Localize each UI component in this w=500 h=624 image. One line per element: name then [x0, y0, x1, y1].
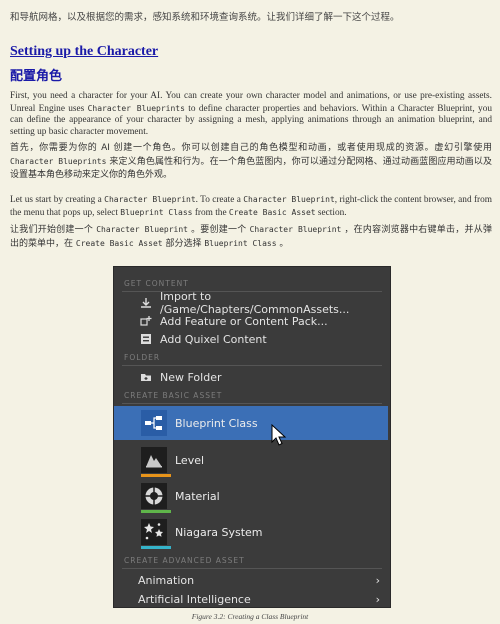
menu-item-label: Add Quixel Content — [160, 332, 267, 346]
quixel-icon — [140, 333, 152, 345]
section-heading-zh: 配置角色 — [10, 69, 63, 84]
document-page: 和导航网格，以及根据您的需求，感知系统和环境查询系统。让我们详细了解一下这个过程… — [0, 0, 500, 624]
paragraph-1-zh: 首先，你需要为你的 AI 创建一个角色。你可以创建自己的角色模型和动画，或者使用… — [10, 143, 493, 180]
asset-niagara-system[interactable]: Niagara System — [114, 515, 388, 549]
blueprint-icon — [141, 410, 167, 436]
menu-item-label: Add Feature or Content Pack... — [160, 314, 328, 328]
asset-label: Material — [175, 489, 220, 503]
submenu-label: Artificial Intelligence — [138, 592, 251, 606]
menu-item-new-folder[interactable]: New Folder — [114, 368, 390, 386]
submenu-artificial-intelligence[interactable]: Artificial Intelligence › — [114, 590, 390, 607]
submenu-label: Animation — [138, 573, 195, 587]
paragraph-1: First, you need a character for your AI.… — [10, 91, 492, 137]
menu-item-add-feature[interactable]: Add Feature or Content Pack... — [114, 312, 390, 330]
menu-item-label: New Folder — [160, 370, 222, 384]
intro-line: 和导航网格，以及根据您的需求，感知系统和环境查询系统。让我们详细了解一下这个过程… — [10, 12, 400, 23]
paragraph-2: Let us start by creating a Character Blu… — [10, 195, 493, 218]
chevron-right-icon: › — [375, 592, 380, 606]
new-folder-icon — [140, 371, 152, 383]
asset-label: Level — [175, 453, 205, 467]
menu-item-add-quixel[interactable]: Add Quixel Content — [114, 330, 390, 348]
niagara-icon — [141, 519, 167, 545]
asset-material[interactable]: Material — [114, 479, 388, 513]
asset-label: Blueprint Class — [175, 416, 258, 430]
import-icon — [140, 297, 152, 309]
asset-color-bar — [141, 546, 171, 549]
section-get-content: GET CONTENT — [124, 279, 189, 288]
divider — [122, 568, 382, 569]
section-folder: FOLDER — [124, 353, 161, 362]
asset-label: Niagara System — [175, 525, 263, 539]
divider — [122, 403, 382, 404]
section-heading-en[interactable]: Setting up the Character — [10, 44, 158, 60]
level-icon — [141, 447, 167, 473]
content-browser-context-menu: GET CONTENT Import to /Game/Chapters/Com… — [113, 266, 391, 608]
asset-blueprint-class[interactable]: Blueprint Class — [114, 406, 388, 446]
section-create-basic: CREATE BASIC ASSET — [124, 391, 223, 400]
menu-item-import[interactable]: Import to /Game/Chapters/CommonAssets... — [114, 290, 390, 316]
divider — [122, 365, 382, 366]
asset-level[interactable]: Level — [114, 443, 388, 477]
chevron-right-icon: › — [375, 573, 380, 587]
submenu-animation[interactable]: Animation › — [114, 571, 390, 589]
asset-color-bar — [141, 474, 171, 477]
asset-color-bar — [141, 510, 171, 513]
add-feature-icon — [140, 315, 152, 327]
section-create-advanced: CREATE ADVANCED ASSET — [124, 556, 245, 565]
material-icon — [141, 483, 167, 509]
figure-caption: Figure 3.2: Creating a Class Blueprint — [191, 612, 309, 621]
paragraph-2-zh: 让我们开始创建一个 Character Blueprint 。要创建一个 Cha… — [10, 225, 492, 249]
